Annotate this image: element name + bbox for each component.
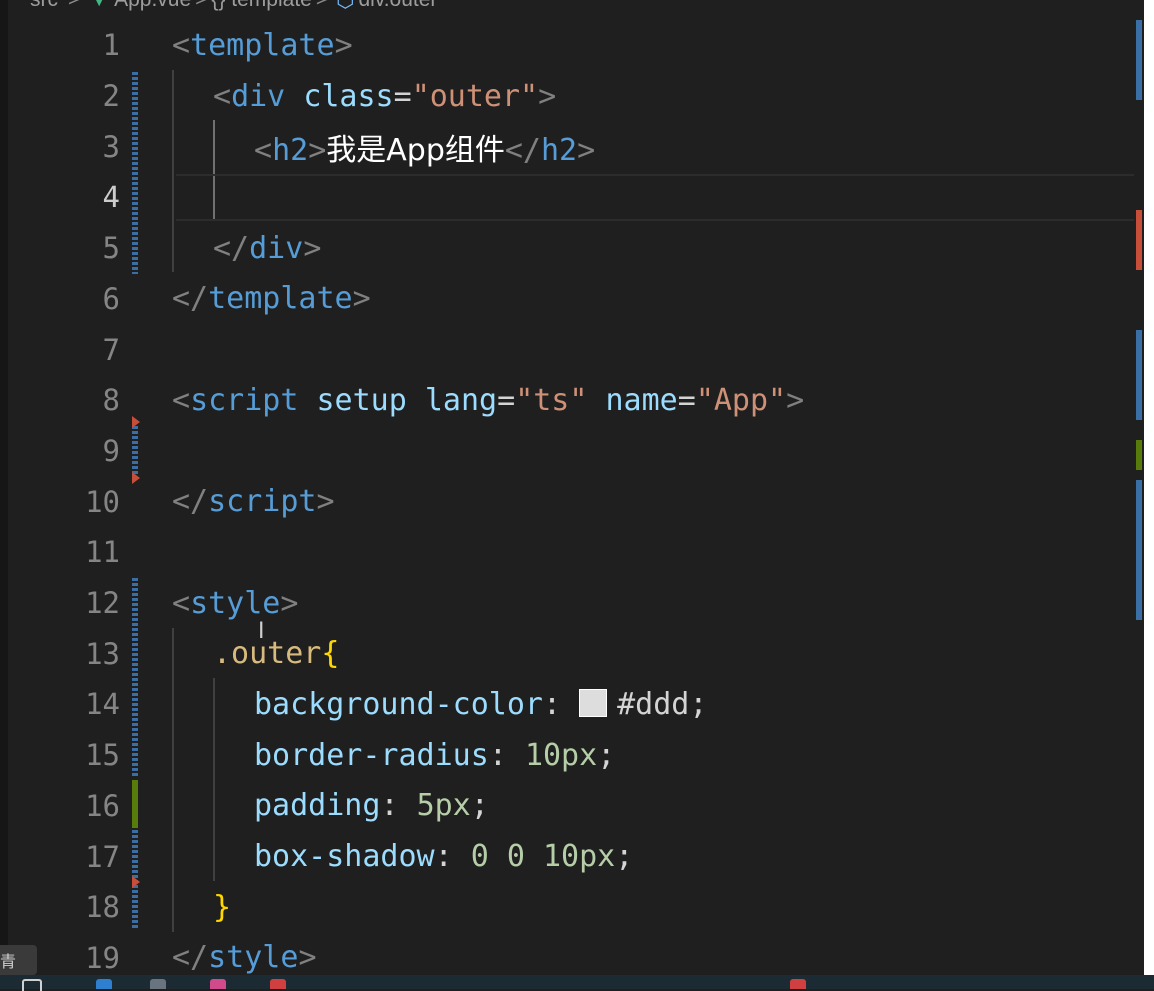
line-number: 2 bbox=[102, 79, 120, 114]
code-text: </template> bbox=[172, 281, 371, 317]
breadcrumb: src > ▼ App.vue > {} template > ⬡ div.ou… bbox=[8, 0, 1144, 11]
code-line[interactable]: 11 bbox=[8, 527, 1144, 578]
taskbar-app-icon[interactable] bbox=[96, 979, 112, 989]
code-text: <script setup lang="ts" name="App"> bbox=[172, 382, 805, 418]
breadcrumb-separator: > bbox=[316, 0, 328, 11]
breadcrumb-item-src[interactable]: src bbox=[30, 0, 58, 11]
line-number: 6 bbox=[102, 281, 120, 316]
code-line[interactable]: 7 bbox=[8, 324, 1144, 375]
code-line[interactable]: 14 background-color: #ddd; bbox=[8, 679, 1144, 730]
line-number: 10 bbox=[85, 484, 120, 519]
code-line[interactable]: 15 border-radius: 10px; bbox=[8, 730, 1144, 781]
code-editor[interactable]: 1 <template> 2 <div class="outer"> 3 <h2… bbox=[8, 20, 1150, 976]
taskbar-app-icon[interactable] bbox=[22, 979, 42, 991]
code-text: box-shadow: 0 0 10px; bbox=[254, 839, 634, 875]
code-line[interactable]: 3 <h2>我是App组件</h2> bbox=[8, 121, 1144, 172]
code-text: <style> bbox=[172, 585, 299, 621]
code-text: <div class="outer"> bbox=[213, 78, 557, 114]
side-popup-tab[interactable]: 青 bbox=[0, 945, 37, 975]
code-line[interactable]: 9 bbox=[8, 426, 1144, 477]
breadcrumb-separator: > bbox=[68, 0, 80, 11]
code-text: </div> bbox=[213, 230, 322, 266]
code-line[interactable]: 8 <script setup lang="ts" name="App"> bbox=[8, 375, 1144, 426]
code-line[interactable]: 16 padding: 5px; bbox=[8, 781, 1144, 832]
line-number: 4 bbox=[102, 180, 120, 215]
code-text: <template> bbox=[172, 27, 353, 63]
vertical-scrollbar[interactable] bbox=[1134, 0, 1144, 975]
line-number: 5 bbox=[102, 231, 120, 266]
taskbar-app-icon[interactable] bbox=[150, 979, 166, 989]
line-number: 17 bbox=[85, 839, 120, 874]
color-swatch[interactable] bbox=[579, 688, 608, 717]
code-line[interactable]: 13 .outer{ bbox=[8, 628, 1144, 679]
code-line[interactable]: 10 </script> bbox=[8, 476, 1144, 527]
line-number: 7 bbox=[102, 332, 120, 367]
scrollbar-git-marker bbox=[1136, 440, 1142, 470]
code-line[interactable]: 2 <div class="outer"> bbox=[8, 71, 1144, 122]
code-line[interactable]: 18 } bbox=[8, 882, 1144, 933]
code-text: border-radius: 10px; bbox=[254, 737, 616, 773]
line-number: 1 bbox=[102, 28, 120, 63]
breadcrumb-item-template[interactable]: {} template bbox=[211, 0, 311, 11]
taskbar-app-icon[interactable] bbox=[790, 979, 806, 989]
code-text: .outer{ bbox=[213, 636, 340, 672]
scrollbar-git-marker bbox=[1136, 330, 1142, 420]
code-line[interactable]: 6 </template> bbox=[8, 274, 1144, 325]
taskbar-app-icon[interactable] bbox=[210, 979, 226, 989]
scrollbar-git-marker bbox=[1136, 210, 1142, 270]
line-number: 14 bbox=[85, 687, 120, 722]
code-text: <h2>我是App组件</h2> bbox=[254, 132, 596, 168]
code-text: background-color: #ddd; bbox=[254, 686, 708, 722]
line-number: 16 bbox=[85, 788, 120, 823]
line-number: 11 bbox=[85, 535, 120, 570]
window-edge bbox=[1144, 0, 1154, 975]
code-line[interactable]: 5 </div> bbox=[8, 223, 1144, 274]
code-text: padding: 5px; bbox=[254, 788, 489, 824]
line-number: 12 bbox=[85, 586, 120, 621]
code-line-current[interactable]: 4 bbox=[8, 172, 1150, 223]
element-cube-icon: ⬡ bbox=[336, 0, 354, 11]
code-line[interactable]: 1 <template> bbox=[8, 20, 1144, 71]
scrollbar-git-marker bbox=[1136, 480, 1142, 620]
taskbar bbox=[0, 975, 1154, 991]
line-number: 9 bbox=[102, 433, 120, 468]
code-text: </script> bbox=[172, 484, 335, 520]
line-number: 13 bbox=[85, 636, 120, 671]
code-line[interactable]: 12 <style> bbox=[8, 578, 1144, 629]
code-line[interactable]: 17 box-shadow: 0 0 10px; bbox=[8, 831, 1144, 882]
code-text: } bbox=[213, 889, 232, 925]
line-number: 3 bbox=[102, 129, 120, 164]
line-number: 15 bbox=[85, 738, 120, 773]
scrollbar-git-marker bbox=[1136, 20, 1142, 100]
taskbar-app-icon[interactable] bbox=[270, 979, 286, 989]
breadcrumb-separator: > bbox=[195, 0, 207, 11]
breadcrumb-item-file[interactable]: App.vue bbox=[114, 0, 191, 11]
line-number: 18 bbox=[85, 890, 120, 925]
activity-bar-edge bbox=[0, 0, 8, 975]
line-number: 8 bbox=[102, 383, 120, 418]
vue-file-icon: ▼ bbox=[90, 0, 108, 11]
mouse-ibeam-cursor: I bbox=[258, 619, 265, 644]
breadcrumb-item-element[interactable]: div.outer bbox=[358, 0, 437, 11]
code-text: </style> bbox=[172, 940, 317, 976]
